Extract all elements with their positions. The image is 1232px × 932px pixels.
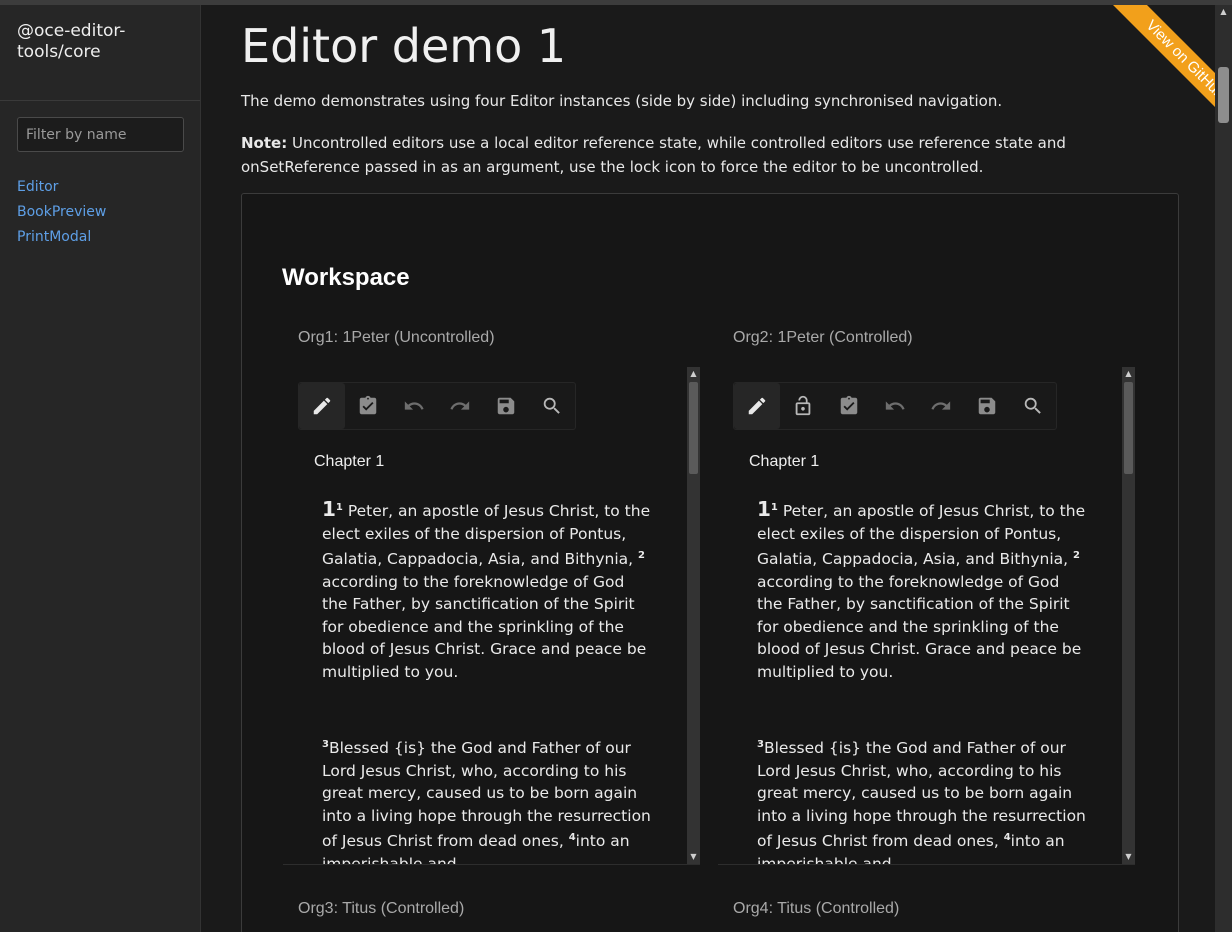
clipboard-check-icon[interactable] xyxy=(826,383,872,429)
save-icon[interactable] xyxy=(483,383,529,429)
page-scroll-thumb[interactable] xyxy=(1218,67,1229,123)
brand-title[interactable]: @oce-editor-tools/core xyxy=(17,21,187,63)
workspace-title: Workspace xyxy=(282,264,410,291)
sidebar-item-printmodal[interactable]: PrintModal xyxy=(17,225,106,250)
scroll-up-icon[interactable]: ▲ xyxy=(1124,369,1133,379)
verse-number: 1 xyxy=(335,502,343,513)
scroll-down-icon[interactable]: ▼ xyxy=(1124,852,1133,862)
pencil-icon[interactable] xyxy=(299,383,345,429)
filter-input[interactable] xyxy=(17,117,184,152)
editor-toolbar xyxy=(298,382,576,430)
verse-text: Peter, an apostle of Jesus Christ, to th… xyxy=(757,502,1086,568)
verse-number: 1 xyxy=(770,502,778,513)
pane-label-org3: Org3: Titus (Controlled) xyxy=(298,900,465,917)
scripture-paragraph[interactable]: 3Blessed {is} the God and Father of our … xyxy=(322,734,652,864)
verse-number: 3 xyxy=(322,739,329,750)
chapter-heading: Chapter 1 xyxy=(749,453,820,470)
page-scrollbar[interactable]: ▲ xyxy=(1215,5,1232,932)
scripture-paragraph[interactable]: 11 Peter, an apostle of Jesus Christ, to… xyxy=(757,497,1087,683)
lock-icon[interactable] xyxy=(780,383,826,429)
verse-text: according to the foreknowledge of God th… xyxy=(322,572,647,681)
search-icon[interactable] xyxy=(529,383,575,429)
redo-icon[interactable] xyxy=(437,383,483,429)
verse-number: 4 xyxy=(568,832,576,843)
page-title: Editor demo 1 xyxy=(241,19,567,73)
intro-text: The demo demonstrates using four Editor … xyxy=(241,92,1003,110)
pane-scrollbar[interactable]: ▲ ▼ xyxy=(1122,367,1135,864)
scripture-paragraph[interactable]: 3Blessed {is} the God and Father of our … xyxy=(757,734,1087,864)
github-ribbon-container: View on GitHub xyxy=(1075,5,1215,135)
workspace-panel: Workspace Org1: 1Peter (Uncontrolled) Or… xyxy=(241,193,1179,932)
verse-number: 2 xyxy=(1072,550,1080,561)
scroll-thumb[interactable] xyxy=(689,382,698,474)
verse-number: 3 xyxy=(757,739,764,750)
editor-pane-org1[interactable]: Chapter 1 11 Peter, an apostle of Jesus … xyxy=(283,367,700,865)
clipboard-check-icon[interactable] xyxy=(345,383,391,429)
sidebar-item-bookpreview[interactable]: BookPreview xyxy=(17,200,106,225)
search-icon[interactable] xyxy=(1010,383,1056,429)
sidebar-item-editor[interactable]: Editor xyxy=(17,175,106,200)
scroll-down-icon[interactable]: ▼ xyxy=(689,852,698,862)
note-label: Note: xyxy=(241,134,288,152)
scroll-up-icon[interactable]: ▲ xyxy=(689,369,698,379)
pane-label-org1: Org1: 1Peter (Uncontrolled) xyxy=(298,329,495,346)
note-body: Uncontrolled editors use a local editor … xyxy=(241,134,1066,176)
pencil-icon[interactable] xyxy=(734,383,780,429)
view-on-github-ribbon[interactable]: View on GitHub xyxy=(1105,5,1215,135)
scroll-thumb[interactable] xyxy=(1124,382,1133,474)
verse-text: Peter, an apostle of Jesus Christ, to th… xyxy=(322,502,651,568)
pane-label-org2: Org2: 1Peter (Controlled) xyxy=(733,329,913,346)
chapter-number: 1 xyxy=(757,497,771,521)
chapter-heading: Chapter 1 xyxy=(314,453,385,470)
undo-icon[interactable] xyxy=(872,383,918,429)
scripture-paragraph[interactable]: 11 Peter, an apostle of Jesus Christ, to… xyxy=(322,497,652,683)
sidebar: @oce-editor-tools/core Editor BookPrevie… xyxy=(0,5,201,932)
pane-scrollbar[interactable]: ▲ ▼ xyxy=(687,367,700,864)
main-content: Editor demo 1 The demo demonstrates usin… xyxy=(201,5,1215,932)
sidebar-nav: Editor BookPreview PrintModal xyxy=(17,175,106,250)
note-text: Note: Uncontrolled editors use a local e… xyxy=(241,131,1181,179)
verse-text: according to the foreknowledge of God th… xyxy=(757,572,1082,681)
verse-number: 4 xyxy=(1003,832,1011,843)
undo-icon[interactable] xyxy=(391,383,437,429)
scroll-up-icon[interactable]: ▲ xyxy=(1218,7,1229,17)
save-icon[interactable] xyxy=(964,383,1010,429)
redo-icon[interactable] xyxy=(918,383,964,429)
editor-toolbar xyxy=(733,382,1057,430)
pane-label-org4: Org4: Titus (Controlled) xyxy=(733,900,900,917)
chapter-number: 1 xyxy=(322,497,336,521)
editor-pane-org2[interactable]: Chapter 1 11 Peter, an apostle of Jesus … xyxy=(718,367,1135,865)
verse-number: 2 xyxy=(637,550,645,561)
brand-header: @oce-editor-tools/core xyxy=(0,5,200,101)
